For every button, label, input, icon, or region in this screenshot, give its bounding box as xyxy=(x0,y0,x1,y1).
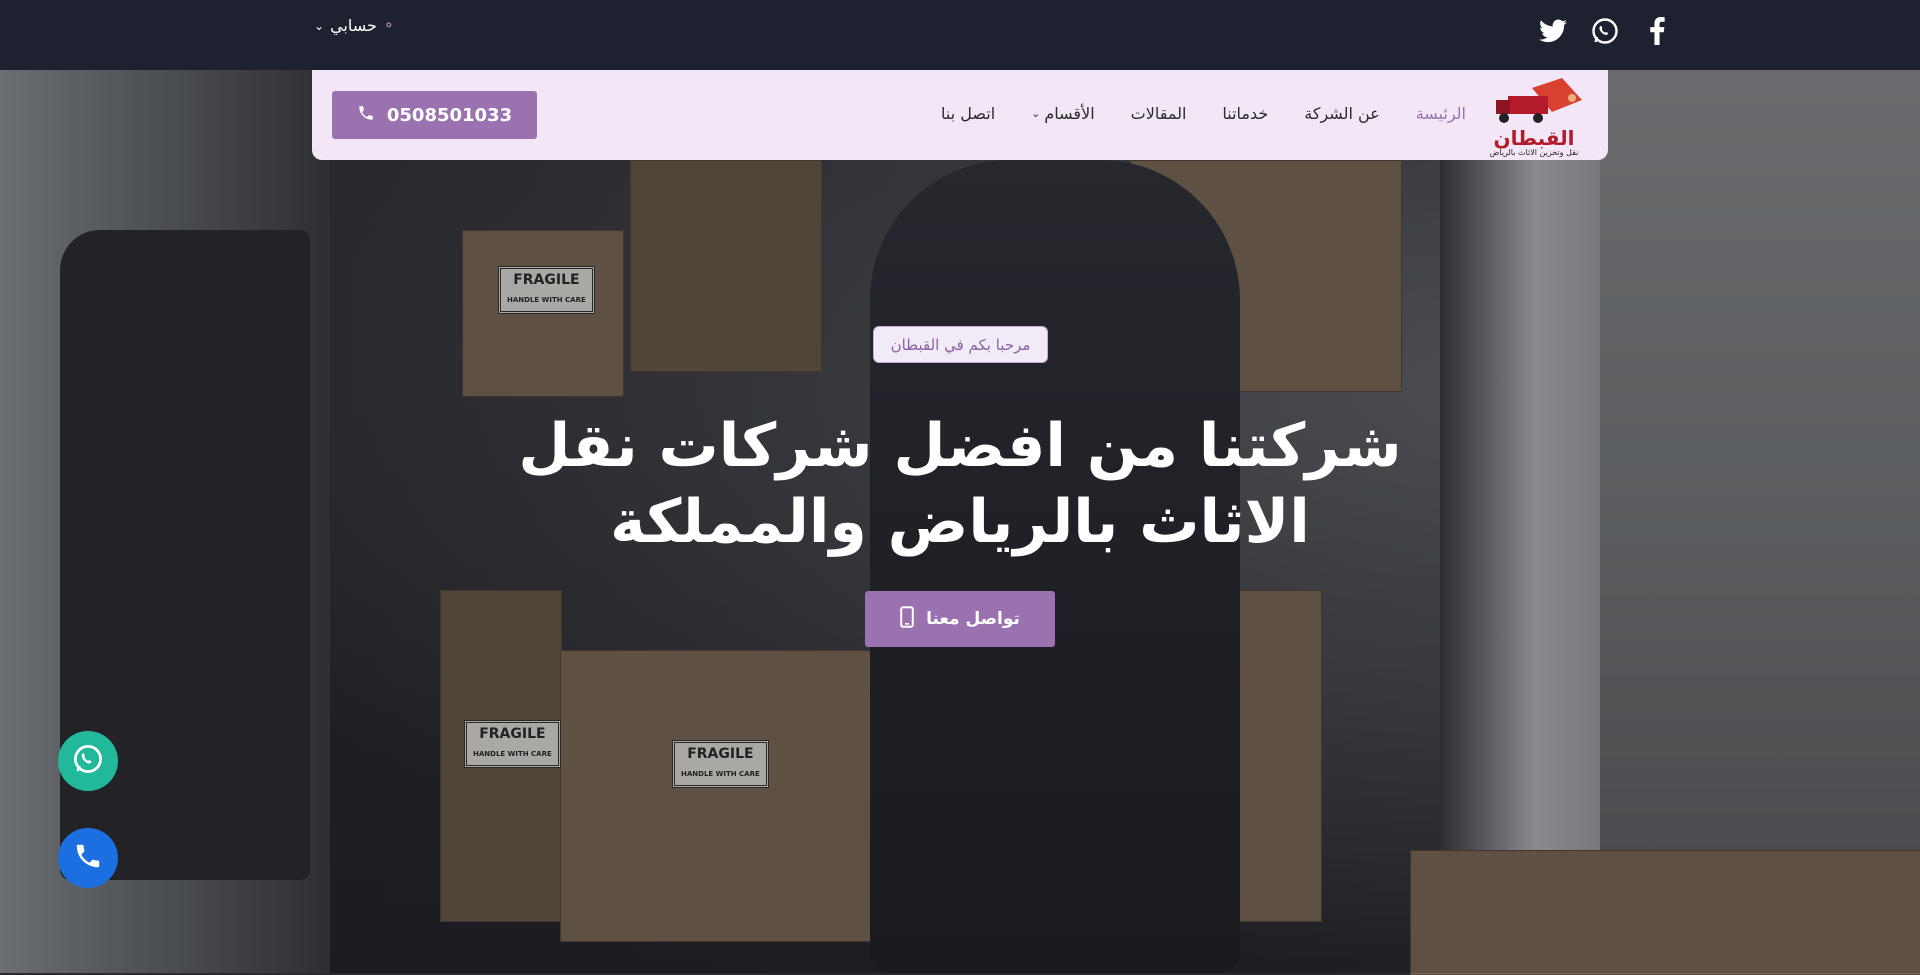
top-bar: ⌄ حسابي ⚬ xyxy=(0,0,1920,70)
twitter-icon[interactable] xyxy=(1538,16,1568,46)
truck-logo-icon xyxy=(1496,78,1582,123)
whatsapp-icon xyxy=(72,743,104,779)
welcome-badge: مرحبا بكم في القبطان xyxy=(873,326,1048,363)
logo-text: القبطان xyxy=(1493,126,1575,150)
phone-number: 0508501033 xyxy=(386,104,513,126)
site-logo[interactable]: القبطان نقل وتخزين الاثاث بالرياض xyxy=(1482,78,1586,157)
phone-icon xyxy=(357,104,375,127)
facebook-icon[interactable] xyxy=(1642,16,1672,46)
phone-button[interactable]: 0508501033 xyxy=(332,91,537,139)
phone-icon xyxy=(73,841,103,875)
nav-item-home[interactable]: الرئيسة xyxy=(1416,104,1466,123)
call-float-button[interactable] xyxy=(58,828,118,888)
nav-item-articles[interactable]: المقالات xyxy=(1131,104,1187,123)
chevron-down-icon: ⌄ xyxy=(314,18,325,33)
mobile-phone-icon xyxy=(900,605,914,633)
social-links xyxy=(1538,16,1672,46)
main-navbar: 0508501033 الرئيسة عن الشركة خدماتنا الم… xyxy=(312,70,1608,160)
nav-item-services[interactable]: خدماتنا xyxy=(1222,104,1268,123)
chevron-down-icon: ⌄ xyxy=(1031,107,1041,120)
whatsapp-icon[interactable] xyxy=(1590,16,1620,46)
user-icon: ⚬ xyxy=(382,17,395,34)
account-label: حسابي xyxy=(330,16,377,35)
cta-label: تواصل معنا xyxy=(926,609,1020,629)
contact-us-button[interactable]: تواصل معنا xyxy=(865,591,1055,647)
nav-menu: الرئيسة عن الشركة خدماتنا المقالات الأقس… xyxy=(941,104,1466,123)
account-menu[interactable]: ⌄ حسابي ⚬ xyxy=(314,16,395,35)
hero-title: شركتنا من افضل شركات نقل الاثاث بالرياض … xyxy=(518,411,1402,557)
logo-tagline: نقل وتخزين الاثاث بالرياض xyxy=(1489,148,1579,157)
nav-item-about[interactable]: عن الشركة xyxy=(1304,104,1379,123)
nav-item-contact[interactable]: اتصل بنا xyxy=(941,104,995,123)
whatsapp-float-button[interactable] xyxy=(58,731,118,791)
nav-item-sections[interactable]: الأقسام ⌄ xyxy=(1031,104,1095,123)
